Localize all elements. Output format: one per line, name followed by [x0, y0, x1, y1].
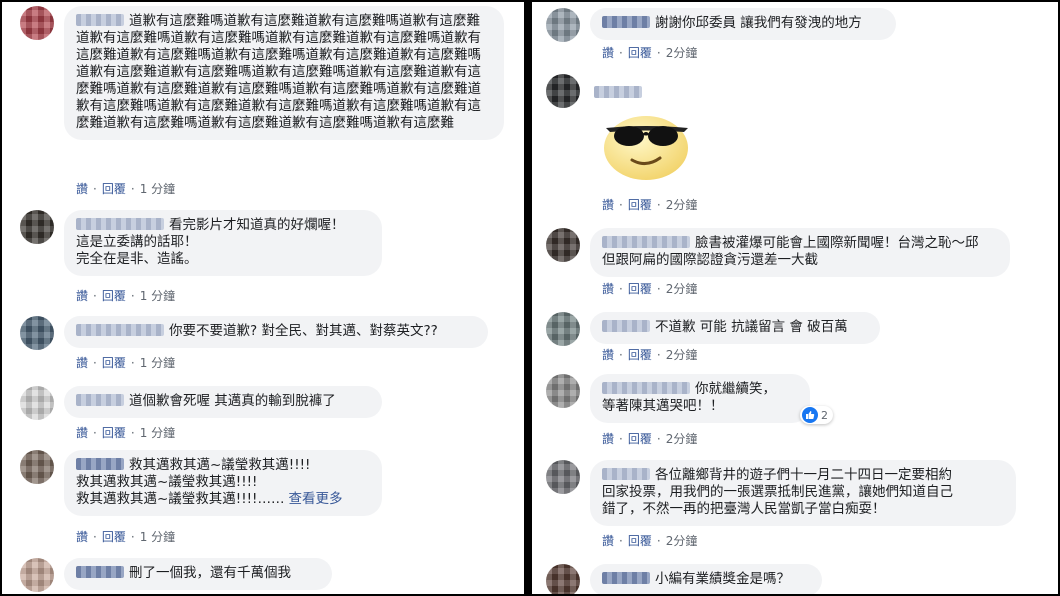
avatar[interactable] — [20, 210, 54, 244]
comment-actions: 讚 · 回覆 · 2分鐘 — [602, 432, 698, 446]
like-link[interactable]: 讚 — [602, 432, 614, 446]
like-link[interactable]: 讚 — [76, 182, 88, 196]
like-link[interactable]: 讚 — [602, 348, 614, 362]
comment-actions: 讚 · 回覆 · 1 分鐘 — [76, 289, 176, 303]
comment-bubble: 刪了一個我，還有千萬個我 — [64, 558, 332, 590]
timestamp[interactable]: 1 分鐘 — [140, 530, 175, 544]
author-name-redacted[interactable] — [602, 16, 650, 28]
comment-actions: 讚 · 回覆 · 1 分鐘 — [76, 356, 176, 370]
reply-link[interactable]: 回覆 — [628, 282, 652, 296]
reply-link[interactable]: 回覆 — [628, 534, 652, 548]
avatar[interactable] — [546, 8, 580, 42]
avatar[interactable] — [546, 74, 580, 108]
like-link[interactable]: 讚 — [602, 46, 614, 60]
comments-panel-left: 道歉有這麼難嗎道歉有這麼難道歉有這麼難嗎道歉有這麼難道歉有這麼難嗎道歉有這麼難嗎… — [2, 2, 524, 594]
reply-link[interactable]: 回覆 — [102, 426, 126, 440]
comment-bubble: 各位離鄉背井的遊子們十一月二十四日一定要相約 回家投票，用我們的一張選票抵制民進… — [590, 460, 1016, 526]
comment-text: 小編有業績獎金是嗎？ — [655, 571, 790, 587]
comment-bubble: 救其邁救其邁~議瑩救其邁!!!! 救其邁救其邁~議瑩救其邁!!!! 救其邁救其邁… — [64, 450, 382, 516]
comment-actions: 讚 · 回覆 · 2分鐘 — [602, 348, 698, 362]
avatar[interactable] — [546, 564, 580, 594]
author-name-redacted[interactable] — [76, 394, 124, 406]
author-name-redacted[interactable] — [602, 320, 650, 332]
like-link[interactable]: 讚 — [602, 282, 614, 296]
comment-text: 你要不要道歉? 對全民、對其邁、對蔡英文?? — [169, 323, 438, 339]
avatar[interactable] — [546, 460, 580, 494]
reply-link[interactable]: 回覆 — [628, 198, 652, 212]
comment-bubble: 你就繼續笑， 等著陳其邁哭吧！！ — [590, 374, 810, 423]
avatar[interactable] — [20, 450, 54, 484]
author-name-redacted[interactable] — [76, 458, 124, 470]
avatar[interactable] — [20, 6, 54, 40]
comment-bubble: 你要不要道歉? 對全民、對其邁、對蔡英文?? — [64, 316, 488, 348]
reply-link[interactable]: 回覆 — [102, 356, 126, 370]
author-name-redacted[interactable] — [76, 324, 164, 336]
author-name-redacted[interactable] — [602, 236, 690, 248]
like-link[interactable]: 讚 — [76, 530, 88, 544]
like-link[interactable]: 讚 — [602, 534, 614, 548]
timestamp[interactable]: 2分鐘 — [666, 198, 698, 212]
avatar[interactable] — [546, 228, 580, 262]
comment-actions: 讚 · 回覆 · 1 分鐘 — [76, 182, 176, 196]
comment-actions: 讚 · 回覆 · 2分鐘 — [602, 198, 698, 212]
cool-sunglasses-face-sticker — [604, 116, 688, 180]
author-name-redacted[interactable] — [76, 14, 124, 26]
timestamp[interactable]: 2分鐘 — [666, 282, 698, 296]
reply-link[interactable]: 回覆 — [102, 182, 126, 196]
like-link[interactable]: 讚 — [76, 426, 88, 440]
timestamp[interactable]: 1 分鐘 — [140, 289, 175, 303]
comment-bubble: 道個歉會死喔 其邁真的輸到脫褲了 — [64, 386, 382, 418]
avatar[interactable] — [546, 374, 580, 408]
comment-actions: 讚 · 回覆 · 1 分鐘 — [76, 530, 176, 544]
author-name-redacted[interactable] — [602, 572, 650, 584]
timestamp[interactable]: 1 分鐘 — [140, 182, 175, 196]
timestamp[interactable]: 1 分鐘 — [140, 356, 175, 370]
thumbs-up-icon — [802, 407, 818, 423]
comments-panel-right: 謝謝你邱委員 讓我們有發洩的地方 讚 · 回覆 · 2分鐘 讚 · 回覆 · 2分鐘 — [532, 2, 1058, 594]
like-link[interactable]: 讚 — [602, 198, 614, 212]
comment-text: 謝謝你邱委員 讓我們有發洩的地方 — [655, 15, 862, 31]
timestamp[interactable]: 2分鐘 — [666, 348, 698, 362]
timestamp[interactable]: 2分鐘 — [666, 46, 698, 60]
reply-link[interactable]: 回覆 — [628, 348, 652, 362]
timestamp[interactable]: 1 分鐘 — [140, 426, 175, 440]
comment-bubble: 道歉有這麼難嗎道歉有這麼難道歉有這麼難嗎道歉有這麼難道歉有這麼難嗎道歉有這麼難嗎… — [64, 6, 504, 140]
comment-text: 道個歉會死喔 其邁真的輸到脫褲了 — [129, 393, 336, 409]
timestamp[interactable]: 2分鐘 — [666, 534, 698, 548]
author-name-redacted[interactable] — [602, 382, 690, 394]
reaction-count-badge[interactable]: 2 — [800, 406, 833, 424]
comment-bubble: 臉書被灌爆可能會上國際新聞喔！台灣之恥～邱 但跟阿扁的國際認證貪污還差一大截 — [590, 228, 1010, 277]
author-name-redacted[interactable] — [76, 218, 164, 230]
author-name-redacted[interactable] — [602, 468, 650, 480]
author-name-redacted[interactable] — [594, 86, 642, 98]
comment-actions: 讚 · 回覆 · 1 分鐘 — [76, 426, 176, 440]
like-link[interactable]: 讚 — [76, 356, 88, 370]
reply-link[interactable]: 回覆 — [628, 432, 652, 446]
reply-link[interactable]: 回覆 — [102, 530, 126, 544]
avatar[interactable] — [20, 316, 54, 350]
timestamp[interactable]: 2分鐘 — [666, 432, 698, 446]
author-name-redacted[interactable] — [76, 566, 124, 578]
avatar[interactable] — [20, 386, 54, 420]
comment-bubble: 小編有業績獎金是嗎？ — [590, 564, 822, 594]
comment-text: 刪了一個我，還有千萬個我 — [129, 565, 291, 581]
avatar[interactable] — [546, 312, 580, 346]
comment-text: 不道歉 可能 抗議留言 會 破百萬 — [655, 319, 848, 335]
comment-bubble: 看完影片才知道真的好爛喔！ 這是立委講的話耶！ 完全在是非、造謠。 — [64, 210, 382, 276]
like-link[interactable]: 讚 — [76, 289, 88, 303]
comment-actions: 讚 · 回覆 · 2分鐘 — [602, 46, 698, 60]
comment-text: 道歉有這麼難嗎道歉有這麼難道歉有這麼難嗎道歉有這麼難道歉有這麼難嗎道歉有這麼難嗎… — [76, 13, 481, 131]
comment-bubble: 謝謝你邱委員 讓我們有發洩的地方 — [590, 8, 896, 40]
reply-link[interactable]: 回覆 — [102, 289, 126, 303]
comment-text: 各位離鄉背井的遊子們十一月二十四日一定要相約 回家投票，用我們的一張選票抵制民進… — [602, 467, 953, 517]
see-more-link[interactable]: 查看更多 — [288, 491, 342, 507]
reply-link[interactable]: 回覆 — [628, 46, 652, 60]
comment-bubble: 不道歉 可能 抗議留言 會 破百萬 — [590, 312, 880, 344]
reaction-count: 2 — [821, 408, 828, 422]
avatar[interactable] — [20, 558, 54, 592]
comment-actions: 讚 · 回覆 · 2分鐘 — [602, 534, 698, 548]
comment-actions: 讚 · 回覆 · 2分鐘 — [602, 282, 698, 296]
